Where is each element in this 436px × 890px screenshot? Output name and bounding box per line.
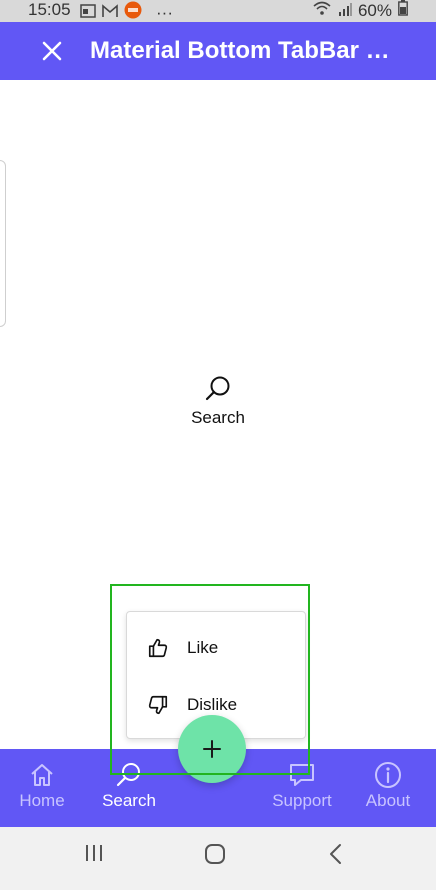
menu-item-dislike-label: Dislike bbox=[187, 695, 238, 714]
tab-about[interactable]: About bbox=[348, 749, 428, 827]
home-icon bbox=[31, 764, 53, 786]
add-fab-button[interactable] bbox=[178, 715, 246, 783]
close-button[interactable] bbox=[36, 35, 68, 67]
home-system-button[interactable] bbox=[204, 843, 226, 870]
thumb-up-icon bbox=[148, 638, 168, 658]
signal-icon bbox=[338, 1, 352, 21]
tab-home[interactable]: Home bbox=[2, 749, 82, 827]
tab-search-label: Search bbox=[102, 791, 156, 810]
battery-icon bbox=[398, 0, 408, 21]
menu-item-like[interactable]: Like bbox=[127, 623, 305, 673]
chat-icon bbox=[290, 764, 314, 786]
home-circle-icon bbox=[205, 844, 225, 864]
back-icon bbox=[330, 844, 341, 864]
status-time: 15:05 bbox=[28, 0, 71, 19]
tab-support[interactable]: Support bbox=[262, 749, 342, 827]
app-bar: Material Bottom TabBar Sa... bbox=[0, 22, 436, 80]
tab-about-label: About bbox=[365, 791, 411, 810]
page-title: Material Bottom TabBar Sa... bbox=[90, 37, 400, 64]
calendar-icon bbox=[80, 3, 96, 23]
recent-apps-icon bbox=[86, 845, 102, 861]
plus-icon bbox=[203, 740, 221, 758]
wifi-icon bbox=[312, 0, 332, 21]
battery-percent: 60% bbox=[357, 0, 392, 20]
notification-icons: ··· bbox=[80, 1, 173, 24]
side-card-edge bbox=[0, 160, 6, 327]
close-icon bbox=[42, 41, 62, 61]
status-right: 60% bbox=[312, 0, 408, 21]
tab-home-label: Home bbox=[19, 791, 65, 810]
recent-apps-button[interactable] bbox=[84, 843, 104, 868]
menu-item-like-label: Like bbox=[187, 638, 219, 657]
system-nav-bar bbox=[0, 827, 436, 890]
status-bar: 15:05 ··· 60% bbox=[0, 0, 436, 22]
more-notifications-icon: ··· bbox=[156, 2, 173, 22]
search-icon bbox=[205, 376, 230, 401]
center-search-placeholder: Search bbox=[0, 374, 436, 428]
gmail-icon bbox=[102, 3, 118, 23]
back-system-button[interactable] bbox=[327, 843, 345, 870]
thumb-down-icon bbox=[148, 695, 168, 715]
info-icon bbox=[375, 762, 401, 788]
app-badge-icon bbox=[124, 1, 142, 24]
tab-search[interactable]: Search bbox=[89, 749, 169, 827]
center-search-label: Search bbox=[191, 408, 245, 427]
tab-support-label: Support bbox=[272, 791, 332, 810]
search-icon bbox=[116, 763, 140, 787]
